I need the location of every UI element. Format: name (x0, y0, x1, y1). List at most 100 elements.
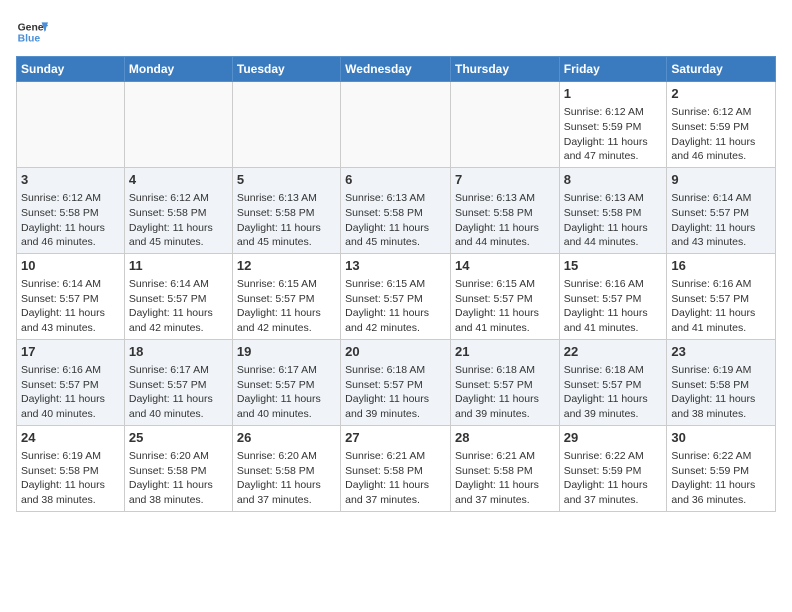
calendar-table: SundayMondayTuesdayWednesdayThursdayFrid… (16, 56, 776, 512)
day-header-monday: Monday (124, 57, 232, 82)
day-number: 5 (237, 171, 336, 189)
calendar-cell: 30Sunrise: 6:22 AMSunset: 5:59 PMDayligh… (667, 425, 776, 511)
calendar-cell: 3 Sunrise: 6:12 AMSunset: 5:58 PMDaylight… (17, 167, 125, 253)
calendar-cell: 2 Sunrise: 6:12 AMSunset: 5:59 PMDaylight… (667, 82, 776, 168)
day-header-tuesday: Tuesday (232, 57, 340, 82)
day-number: 15 (564, 257, 663, 275)
day-info: Sunrise: 6:18 AMSunset: 5:57 PMDaylight:… (564, 364, 648, 420)
calendar-cell: 24Sunrise: 6:19 AMSunset: 5:58 PMDayligh… (17, 425, 125, 511)
calendar-cell: 7Sunrise: 6:13 AMSunset: 5:58 PMDaylight… (450, 167, 559, 253)
day-info: Sunrise: 6:12 AMSunset: 5:58 PMDaylight:… (129, 192, 213, 248)
day-info: Sunrise: 6:20 AMSunset: 5:58 PMDaylight:… (237, 450, 321, 506)
day-info: Sunrise: 6:17 AMSunset: 5:57 PMDaylight:… (237, 364, 321, 420)
calendar-cell: 25 Sunrise: 6:20 AMSunset: 5:58 PMDayligh… (124, 425, 232, 511)
calendar-cell: 8 Sunrise: 6:13 AMSunset: 5:58 PMDaylight… (559, 167, 667, 253)
day-number: 2 (671, 85, 771, 103)
day-info: Sunrise: 6:13 AMSunset: 5:58 PMDaylight:… (564, 192, 648, 248)
svg-text:Blue: Blue (18, 34, 41, 45)
calendar-cell: 15 Sunrise: 6:16 AMSunset: 5:57 PMDayligh… (559, 253, 667, 339)
calendar-week-3: 10Sunrise: 6:14 AMSunset: 5:57 PMDayligh… (17, 253, 776, 339)
calendar-cell: 26 Sunrise: 6:20 AMSunset: 5:58 PMDayligh… (232, 425, 340, 511)
day-number: 27 (345, 429, 446, 447)
day-info: Sunrise: 6:14 AMSunset: 5:57 PMDaylight:… (21, 278, 105, 334)
day-number: 23 (671, 343, 771, 361)
calendar-cell: 27 Sunrise: 6:21 AMSunset: 5:58 PMDayligh… (341, 425, 451, 511)
day-info: Sunrise: 6:12 AMSunset: 5:59 PMDaylight:… (564, 106, 648, 162)
day-info: Sunrise: 6:20 AMSunset: 5:58 PMDaylight:… (129, 450, 213, 506)
day-info: Sunrise: 6:22 AMSunset: 5:59 PMDaylight:… (564, 450, 648, 506)
day-number: 8 (564, 171, 663, 189)
calendar-week-2: 3 Sunrise: 6:12 AMSunset: 5:58 PMDaylight… (17, 167, 776, 253)
day-info: Sunrise: 6:12 AMSunset: 5:59 PMDaylight:… (671, 106, 755, 162)
calendar-week-4: 17 Sunrise: 6:16 AMSunset: 5:57 PMDayligh… (17, 339, 776, 425)
day-number: 16 (671, 257, 771, 275)
calendar-cell: 28 Sunrise: 6:21 AMSunset: 5:58 PMDayligh… (450, 425, 559, 511)
calendar-cell: 16 Sunrise: 6:16 AMSunset: 5:57 PMDayligh… (667, 253, 776, 339)
day-info: Sunrise: 6:15 AMSunset: 5:57 PMDaylight:… (345, 278, 429, 334)
calendar-cell: 11 Sunrise: 6:14 AMSunset: 5:57 PMDayligh… (124, 253, 232, 339)
calendar-cell: 21Sunrise: 6:18 AMSunset: 5:57 PMDayligh… (450, 339, 559, 425)
day-info: Sunrise: 6:16 AMSunset: 5:57 PMDaylight:… (564, 278, 648, 334)
day-info: Sunrise: 6:13 AMSunset: 5:58 PMDaylight:… (345, 192, 429, 248)
calendar-cell: 10Sunrise: 6:14 AMSunset: 5:57 PMDayligh… (17, 253, 125, 339)
day-number: 20 (345, 343, 446, 361)
logo: General Blue (16, 16, 48, 48)
calendar-cell: 17 Sunrise: 6:16 AMSunset: 5:57 PMDayligh… (17, 339, 125, 425)
day-info: Sunrise: 6:14 AMSunset: 5:57 PMDaylight:… (671, 192, 755, 248)
calendar-header-row: SundayMondayTuesdayWednesdayThursdayFrid… (17, 57, 776, 82)
day-info: Sunrise: 6:17 AMSunset: 5:57 PMDaylight:… (129, 364, 213, 420)
calendar-cell: 5 Sunrise: 6:13 AMSunset: 5:58 PMDaylight… (232, 167, 340, 253)
day-info: Sunrise: 6:18 AMSunset: 5:57 PMDaylight:… (455, 364, 539, 420)
day-number: 3 (21, 171, 120, 189)
day-info: Sunrise: 6:12 AMSunset: 5:58 PMDaylight:… (21, 192, 105, 248)
day-header-thursday: Thursday (450, 57, 559, 82)
calendar-cell (450, 82, 559, 168)
day-info: Sunrise: 6:22 AMSunset: 5:59 PMDaylight:… (671, 450, 755, 506)
day-number: 13 (345, 257, 446, 275)
day-info: Sunrise: 6:21 AMSunset: 5:58 PMDaylight:… (455, 450, 539, 506)
day-info: Sunrise: 6:16 AMSunset: 5:57 PMDaylight:… (671, 278, 755, 334)
day-number: 28 (455, 429, 555, 447)
logo-icon: General Blue (16, 16, 48, 48)
day-info: Sunrise: 6:15 AMSunset: 5:57 PMDaylight:… (455, 278, 539, 334)
day-number: 17 (21, 343, 120, 361)
calendar-cell (124, 82, 232, 168)
day-number: 19 (237, 343, 336, 361)
calendar-cell: 1Sunrise: 6:12 AMSunset: 5:59 PMDaylight… (559, 82, 667, 168)
day-info: Sunrise: 6:16 AMSunset: 5:57 PMDaylight:… (21, 364, 105, 420)
calendar-cell: 6Sunrise: 6:13 AMSunset: 5:58 PMDaylight… (341, 167, 451, 253)
calendar-week-1: 1Sunrise: 6:12 AMSunset: 5:59 PMDaylight… (17, 82, 776, 168)
day-number: 24 (21, 429, 120, 447)
day-number: 25 (129, 429, 228, 447)
calendar-cell: 22 Sunrise: 6:18 AMSunset: 5:57 PMDayligh… (559, 339, 667, 425)
calendar-cell: 19 Sunrise: 6:17 AMSunset: 5:57 PMDayligh… (232, 339, 340, 425)
day-number: 4 (129, 171, 228, 189)
day-info: Sunrise: 6:21 AMSunset: 5:58 PMDaylight:… (345, 450, 429, 506)
day-info: Sunrise: 6:18 AMSunset: 5:57 PMDaylight:… (345, 364, 429, 420)
day-info: Sunrise: 6:19 AMSunset: 5:58 PMDaylight:… (671, 364, 755, 420)
day-number: 11 (129, 257, 228, 275)
day-info: Sunrise: 6:13 AMSunset: 5:58 PMDaylight:… (237, 192, 321, 248)
calendar-cell: 12Sunrise: 6:15 AMSunset: 5:57 PMDayligh… (232, 253, 340, 339)
day-info: Sunrise: 6:14 AMSunset: 5:57 PMDaylight:… (129, 278, 213, 334)
page-header: General Blue (16, 16, 776, 48)
calendar-cell: 9 Sunrise: 6:14 AMSunset: 5:57 PMDaylight… (667, 167, 776, 253)
calendar-cell: 23 Sunrise: 6:19 AMSunset: 5:58 PMDayligh… (667, 339, 776, 425)
day-number: 26 (237, 429, 336, 447)
day-header-friday: Friday (559, 57, 667, 82)
calendar-cell: 29 Sunrise: 6:22 AMSunset: 5:59 PMDayligh… (559, 425, 667, 511)
day-number: 29 (564, 429, 663, 447)
day-header-sunday: Sunday (17, 57, 125, 82)
calendar-cell: 4 Sunrise: 6:12 AMSunset: 5:58 PMDaylight… (124, 167, 232, 253)
calendar-week-5: 24Sunrise: 6:19 AMSunset: 5:58 PMDayligh… (17, 425, 776, 511)
calendar-cell: 13 Sunrise: 6:15 AMSunset: 5:57 PMDayligh… (341, 253, 451, 339)
day-number: 9 (671, 171, 771, 189)
day-info: Sunrise: 6:13 AMSunset: 5:58 PMDaylight:… (455, 192, 539, 248)
day-header-saturday: Saturday (667, 57, 776, 82)
calendar-cell (17, 82, 125, 168)
calendar-cell (341, 82, 451, 168)
day-number: 22 (564, 343, 663, 361)
calendar-cell (232, 82, 340, 168)
day-info: Sunrise: 6:15 AMSunset: 5:57 PMDaylight:… (237, 278, 321, 334)
day-number: 14 (455, 257, 555, 275)
